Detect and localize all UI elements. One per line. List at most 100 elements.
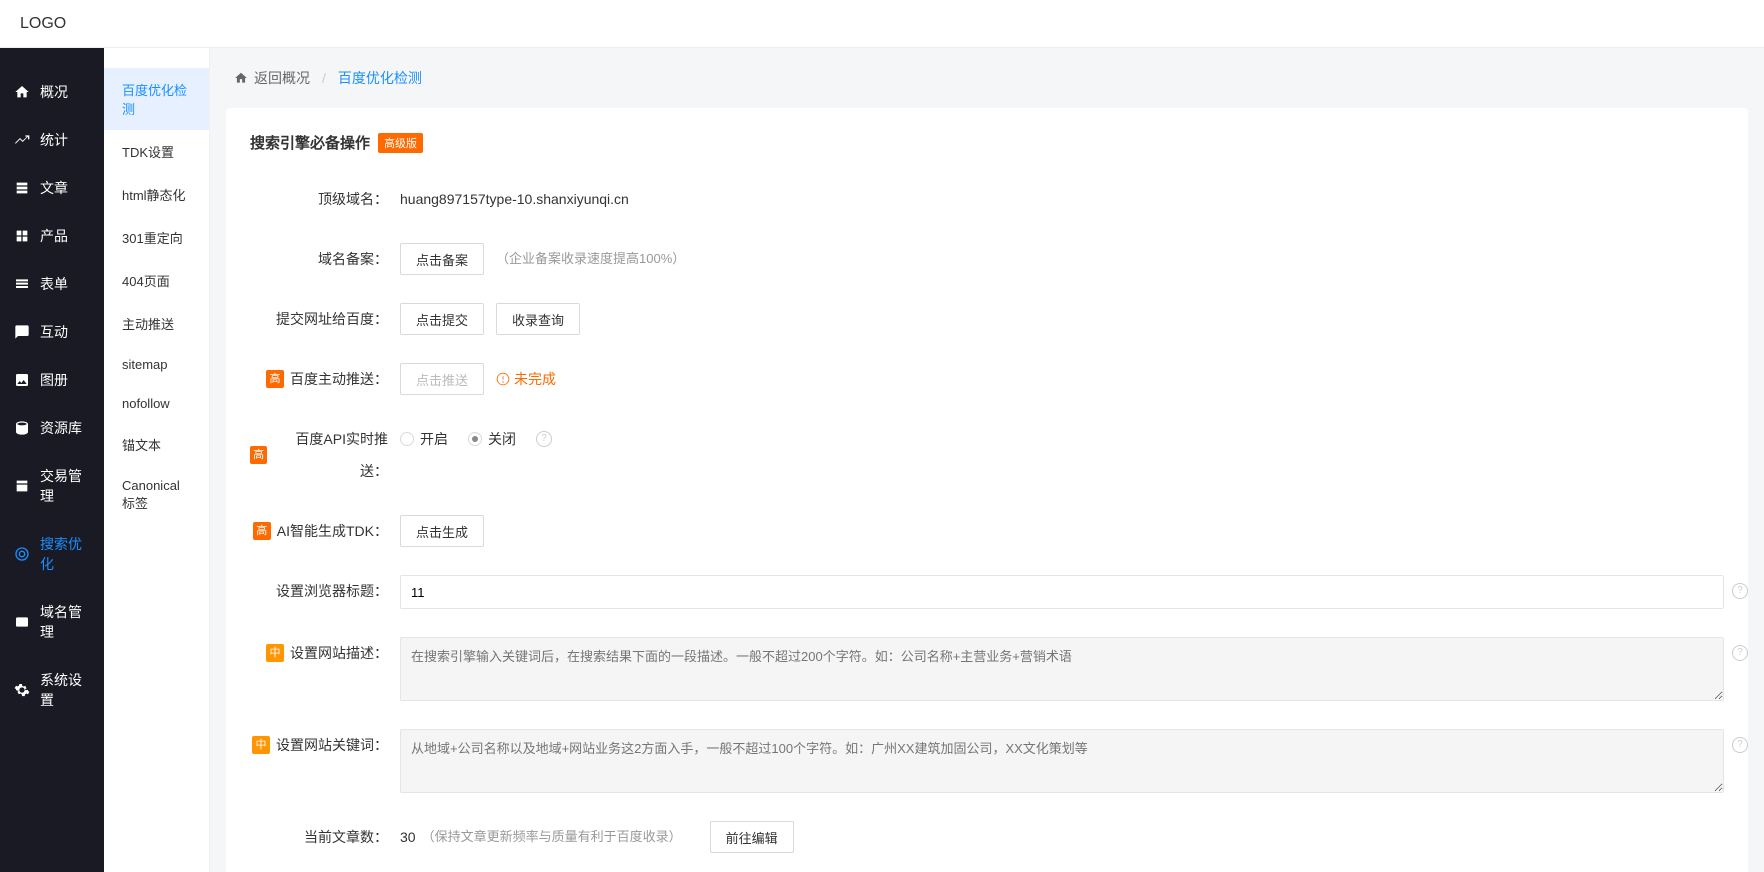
nav-label: 统计 [40, 130, 68, 150]
breadcrumb-back[interactable]: 返回概况 [234, 68, 310, 88]
sub-301[interactable]: 301重定向 [104, 216, 209, 259]
home-icon [234, 71, 248, 85]
push-status-text: 未完成 [514, 363, 556, 395]
nav-gallery[interactable]: 图册 [0, 356, 104, 404]
chat-icon [14, 324, 30, 340]
panel-title-row: 搜索引擎必备操作 高级版 [250, 132, 1724, 153]
sub-push[interactable]: 主动推送 [104, 302, 209, 345]
trade-icon [14, 478, 30, 494]
priority-high-tag: 高 [266, 370, 284, 388]
nav-label: 资源库 [40, 418, 82, 438]
radio-close-label: 关闭 [488, 423, 516, 455]
label-title: 设置浏览器标题： [250, 575, 400, 607]
nav-form[interactable]: 表单 [0, 260, 104, 308]
sub-404[interactable]: 404页面 [104, 259, 209, 302]
help-icon[interactable]: ? [1732, 645, 1748, 661]
nav-label: 互动 [40, 322, 68, 342]
nav-overview[interactable]: 概况 [0, 68, 104, 116]
help-icon[interactable]: ? [536, 431, 552, 447]
nav-article[interactable]: 文章 [0, 164, 104, 212]
sub-tdk[interactable]: TDK设置 [104, 130, 209, 173]
nav-label: 图册 [40, 370, 68, 390]
sidebar-primary: 概况 统计 文章 产品 表单 互动 图册 资源库 [0, 48, 104, 872]
label-beian: 域名备案： [250, 243, 400, 275]
radio-icon [400, 432, 414, 446]
row-api: 高 百度API实时推送： 开启 关闭 ? [250, 423, 1724, 487]
push-status: 未完成 [496, 363, 556, 395]
gear-icon [14, 682, 30, 698]
stats-icon [14, 132, 30, 148]
panel-title: 搜索引擎必备操作 [250, 132, 370, 153]
breadcrumb: 返回概况 / 百度优化检测 [226, 48, 1748, 108]
nav-label: 搜索优化 [40, 534, 90, 574]
db-icon [14, 420, 30, 436]
nav-label: 交易管理 [40, 466, 90, 506]
logo: LOGO [20, 15, 66, 33]
title-input[interactable] [400, 575, 1724, 609]
sidebar-secondary: 百度优化检测 TDK设置 html静态化 301重定向 404页面 主动推送 s… [104, 48, 210, 872]
seo-icon [14, 546, 30, 562]
beian-button[interactable]: 点击备案 [400, 243, 484, 275]
row-desc: 中 设置网站描述： ? [250, 637, 1724, 701]
badge-pro: 高级版 [378, 133, 423, 153]
edit-article-button[interactable]: 前往编辑 [710, 821, 794, 853]
nav-stats[interactable]: 统计 [0, 116, 104, 164]
header: LOGO [0, 0, 1764, 48]
tdk-generate-button[interactable]: 点击生成 [400, 515, 484, 547]
label-articles: 当前文章数： [250, 821, 400, 853]
row-keywords: 中 设置网站关键词： ? [250, 729, 1724, 793]
index-query-button[interactable]: 收录查询 [496, 303, 580, 335]
priority-high-tag: 高 [253, 522, 271, 540]
grid-icon [14, 228, 30, 244]
nav-label: 表单 [40, 274, 68, 294]
home-icon [14, 84, 30, 100]
row-push: 高 百度主动推送： 点击推送 未完成 [250, 363, 1724, 395]
push-button[interactable]: 点击推送 [400, 363, 484, 395]
label-domain: 顶级域名： [250, 183, 400, 215]
radio-open-label: 开启 [420, 423, 448, 455]
label-tdk: AI智能生成TDK： [277, 515, 388, 547]
panel: 搜索引擎必备操作 高级版 顶级域名： huang897157type-10.sh… [226, 108, 1748, 872]
nav-resource[interactable]: 资源库 [0, 404, 104, 452]
label-desc: 设置网站描述： [290, 637, 388, 669]
label-submit: 提交网址给百度： [250, 303, 400, 335]
domain-icon [14, 614, 30, 630]
image-icon [14, 372, 30, 388]
nav-trade[interactable]: 交易管理 [0, 452, 104, 520]
nav-label: 域名管理 [40, 602, 90, 642]
nav-label: 产品 [40, 226, 68, 246]
api-radio-group: 开启 关闭 ? [400, 423, 552, 455]
warning-icon [496, 372, 510, 386]
keywords-textarea[interactable] [400, 729, 1724, 793]
row-tdk: 高 AI智能生成TDK： 点击生成 [250, 515, 1724, 547]
submit-button[interactable]: 点击提交 [400, 303, 484, 335]
help-icon[interactable]: ? [1732, 583, 1748, 599]
nav-seo[interactable]: 搜索优化 [0, 520, 104, 588]
sub-baidu-check[interactable]: 百度优化检测 [104, 68, 209, 130]
sub-canonical[interactable]: Canonical标签 [104, 466, 209, 524]
nav-label: 文章 [40, 178, 68, 198]
main-content: 返回概况 / 百度优化检测 搜索引擎必备操作 高级版 顶级域名： huang89… [210, 48, 1764, 872]
doc-icon [14, 180, 30, 196]
sub-sitemap[interactable]: sitemap [104, 345, 209, 384]
priority-mid-tag: 中 [252, 736, 270, 754]
sub-anchor[interactable]: 锚文本 [104, 423, 209, 466]
article-count: 30 [400, 821, 416, 853]
nav-settings[interactable]: 系统设置 [0, 656, 104, 724]
row-title: 设置浏览器标题： ? [250, 575, 1724, 609]
row-domain: 顶级域名： huang897157type-10.shanxiyunqi.cn [250, 183, 1724, 215]
radio-close[interactable]: 关闭 [468, 423, 516, 455]
nav-domain[interactable]: 域名管理 [0, 588, 104, 656]
help-icon[interactable]: ? [1732, 737, 1748, 753]
priority-mid-tag: 中 [266, 644, 284, 662]
nav-product[interactable]: 产品 [0, 212, 104, 260]
radio-open[interactable]: 开启 [400, 423, 448, 455]
desc-textarea[interactable] [400, 637, 1724, 701]
breadcrumb-back-label: 返回概况 [254, 68, 310, 88]
sub-html-static[interactable]: html静态化 [104, 173, 209, 216]
row-beian: 域名备案： 点击备案 （企业备案收录速度提高100%） [250, 243, 1724, 275]
nav-interact[interactable]: 互动 [0, 308, 104, 356]
label-api: 百度API实时推送： [273, 423, 388, 487]
sub-nofollow[interactable]: nofollow [104, 384, 209, 423]
value-domain: huang897157type-10.shanxiyunqi.cn [400, 183, 629, 215]
